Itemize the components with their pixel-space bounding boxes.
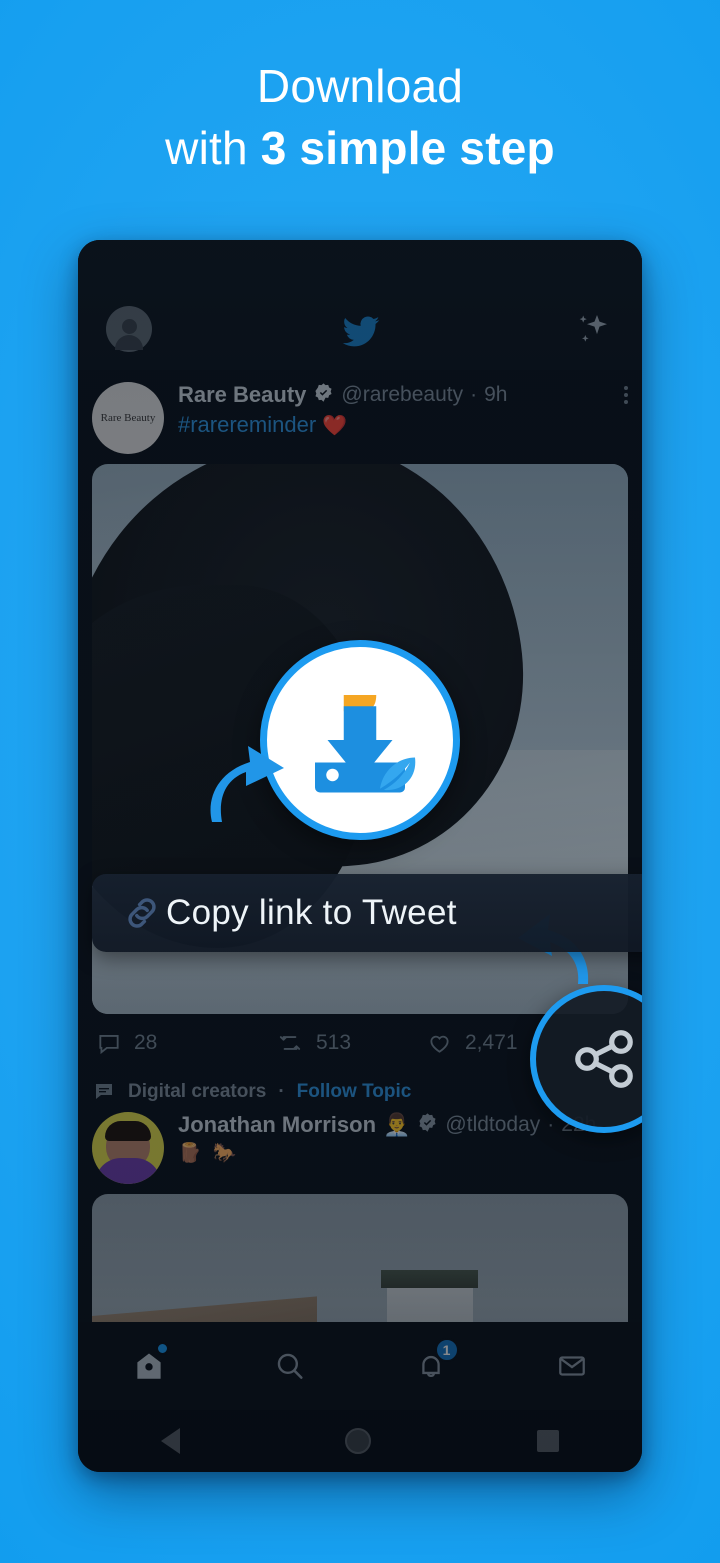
share-nodes-icon: [575, 1030, 633, 1088]
twitter-bird-icon: [152, 312, 570, 352]
bottom-navigation-bar: 1: [78, 1322, 642, 1410]
search-icon: [277, 1353, 303, 1379]
pointer-arrow-to-app-icon: [196, 740, 288, 831]
reply-stat[interactable]: 28: [96, 1030, 276, 1056]
promo-line-2: with 3 simple step: [0, 120, 720, 176]
tweet-handle[interactable]: @tldtoday: [445, 1113, 540, 1137]
link-chain-icon: [128, 898, 156, 928]
like-heart-icon: [430, 1035, 449, 1053]
copy-link-banner[interactable]: Copy link to Tweet: [92, 874, 642, 952]
home-badge-dot: [155, 1342, 169, 1355]
overflow-menu-icon[interactable]: [614, 383, 628, 407]
android-recents-icon[interactable]: [537, 1430, 560, 1452]
tweet-display-name[interactable]: Rare Beauty: [178, 382, 306, 408]
tweet-timestamp: 9h: [484, 383, 508, 406]
topic-separator: ·: [278, 1081, 285, 1102]
download-app-icon[interactable]: [260, 640, 460, 840]
tweet-emoji: ❤️: [322, 415, 348, 437]
phone-mockup: Rare Beauty Rare Beauty @rarebeauty · 9h: [78, 240, 642, 1472]
android-back-icon[interactable]: [160, 1428, 180, 1454]
tweet-feed[interactable]: Rare Beauty Rare Beauty @rarebeauty · 9h: [78, 370, 642, 1374]
phone-screen: Rare Beauty Rare Beauty @rarebeauty · 9h: [78, 240, 642, 1472]
follow-topic-link[interactable]: Follow Topic: [297, 1081, 412, 1103]
tweet-body-emoji: 🪵 🐎: [178, 1143, 240, 1164]
nav-home[interactable]: [119, 1340, 179, 1392]
account-avatar-icon[interactable]: [106, 306, 152, 352]
promo-line-2-prefix: with: [165, 122, 261, 175]
notifications-badge: 1: [434, 1338, 459, 1362]
avatar[interactable]: Rare Beauty: [92, 382, 164, 454]
nav-messages[interactable]: [542, 1340, 602, 1392]
messages-envelope-icon: [558, 1356, 585, 1376]
topic-label: Digital creators: [128, 1081, 267, 1102]
android-home-icon[interactable]: [345, 1428, 372, 1454]
promo-line-1: Download: [256, 60, 464, 112]
avatar[interactable]: [92, 1112, 164, 1184]
verified-badge-icon: [313, 382, 334, 408]
topic-bubble-icon: [96, 1084, 112, 1099]
tweet-text: #rarereminder ❤️: [178, 412, 628, 438]
sparkle-icon[interactable]: [570, 308, 614, 352]
reply-icon: [99, 1035, 119, 1055]
nav-notifications[interactable]: 1: [401, 1338, 461, 1392]
name-emoji: 👨‍💼: [383, 1112, 411, 1137]
promo-line-2-bold: 3 simple step: [260, 122, 555, 175]
tweet-separator: ·: [547, 1113, 555, 1136]
reply-count: 28: [134, 1031, 158, 1054]
retweet-count: 513: [316, 1031, 352, 1054]
retweet-stat[interactable]: 513: [276, 1030, 426, 1056]
tweet-hashtag[interactable]: #rarereminder: [178, 412, 316, 437]
tweet-handle[interactable]: @rarebeauty: [341, 383, 463, 407]
avatar-label: Rare Beauty: [100, 412, 156, 424]
promo-headline: Download with 3 simple step: [0, 58, 720, 176]
app-top-bar: [78, 240, 642, 370]
verified-badge-icon: [417, 1112, 438, 1138]
like-count: 2,471: [465, 1031, 518, 1054]
android-system-nav: [78, 1410, 642, 1472]
nav-search[interactable]: [260, 1340, 320, 1392]
tweet-display-name[interactable]: Jonathan Morrison: [178, 1112, 376, 1138]
tweet-separator: ·: [470, 383, 478, 406]
copy-link-label: Copy link to Tweet: [166, 893, 457, 932]
retweet-icon: [279, 1036, 301, 1050]
like-stat[interactable]: 2,471: [426, 1030, 518, 1056]
